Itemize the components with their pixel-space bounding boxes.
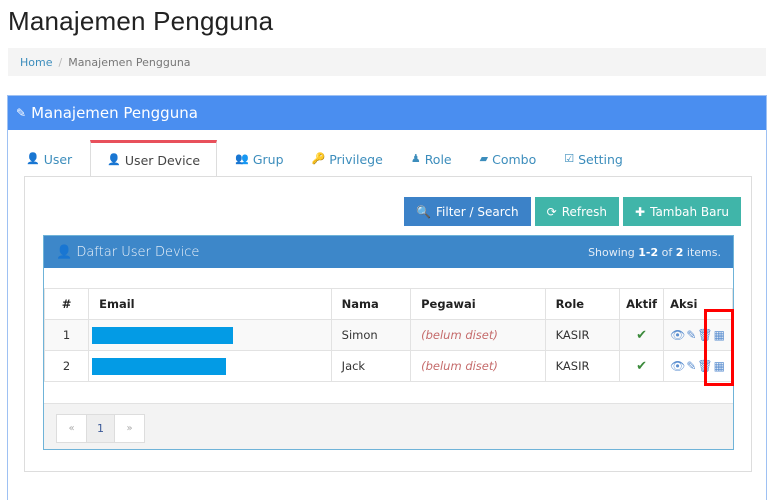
role-cell: KASIR [544,319,621,351]
redacted-email [92,326,234,344]
tab-label: Combo [492,152,537,167]
aktif-check-icon: ✔ [619,319,665,351]
refresh-icon: ⟳ [546,204,557,219]
tab-role[interactable]: ♟ Role [401,140,462,177]
breadcrumb: Home / Manajemen Pengguna [8,48,766,76]
table-row: 2 Jack (belum diset) KASIR ✔ 👁✎🗑▦ [43,350,733,382]
button-label: Refresh [561,204,608,219]
summary-total: 2 [675,245,684,259]
list-title-text: Daftar User Device [76,244,200,260]
view-icon[interactable]: 👁 [670,359,685,373]
tab-setting[interactable]: ☑ Setting [554,140,633,177]
summary-suffix: items. [686,245,721,259]
summary-range: 1-2 [638,245,659,259]
edit-icon[interactable]: ✎ [686,359,696,373]
list-summary: Showing 1-2 of 2 items. [588,246,721,259]
pegawai-cell: (belum diset) [410,350,546,382]
breadcrumb-current: Manajemen Pengguna [68,56,191,69]
tab-grup[interactable]: 👥 Grup [225,140,293,177]
view-icon[interactable]: 👁 [670,328,685,342]
tab-user-device[interactable]: 👤 User Device [90,140,218,177]
summary-of: of [661,245,673,259]
list-title: 👤 Daftar User Device [56,245,199,260]
user-icon: 👤 [107,153,121,166]
redacted-email [92,357,227,375]
column-header-number[interactable]: # [43,288,90,320]
tab-label: Grup [252,152,284,167]
tab-label: User Device [124,153,201,168]
actions-cell: 👁✎🗑▦ [663,350,733,382]
column-header-pegawai[interactable]: Pegawai [410,288,546,320]
column-header-aktif[interactable]: Aktif [619,288,665,320]
column-header-aksi: Aksi [663,288,733,320]
column-header-email[interactable]: Email [88,288,332,320]
table-row: 1 Simon (belum diset) KASIR ✔ 👁✎🗑▦ [43,319,733,351]
tab-label: Privilege [329,152,383,167]
calculator-icon[interactable]: ▦ [714,359,725,373]
pagination-next[interactable]: » [115,415,144,442]
tab-label: Setting [578,152,623,167]
nama-cell: Simon [330,319,412,351]
user-device-table: # Email Nama Pegawai Role Aktif Aksi 1 S… [43,288,733,382]
email-cell [88,350,332,382]
button-label: Filter / Search [436,204,519,219]
column-header-nama[interactable]: Nama [330,288,412,320]
row-number: 1 [43,319,90,351]
panel-title: Manajemen Pengguna [31,104,198,122]
pencil-icon: ✎ [16,106,27,120]
edit-icon[interactable]: ✎ [686,328,696,342]
user-tie-icon: ♟ [410,152,421,165]
users-icon: 👥 [235,152,249,165]
user-management-panel: ✎ Manajemen Pengguna 👤 User 👤 User Device … [7,95,767,500]
user-device-list: 👤 Daftar User Device Showing 1-2 of 2 it… [43,235,734,450]
breadcrumb-home-link[interactable]: Home [20,56,52,69]
toolbar: 🔍 Filter / Search ⟳ Refresh ✚ Tambah Baru [404,197,741,226]
actions-cell: 👁✎🗑▦ [663,319,733,351]
pagination-prev[interactable]: « [57,415,86,442]
email-cell [88,319,332,351]
search-icon: 🔍 [416,204,432,219]
role-cell: KASIR [544,350,621,382]
summary-prefix: Showing [588,245,635,259]
tab-label: Role [424,152,452,167]
add-new-button[interactable]: ✚ Tambah Baru [623,197,741,226]
pagination: « 1 » [56,414,145,443]
refresh-button[interactable]: ⟳ Refresh [534,197,620,226]
plus-icon: ✚ [635,204,646,219]
calculator-icon[interactable]: ▦ [714,328,725,342]
key-icon: 🔑 [311,152,326,165]
breadcrumb-separator: / [58,56,63,69]
button-label: Tambah Baru [650,204,729,219]
user-icon: 👤 [56,244,73,260]
tab-combo[interactable]: ▰ Combo [470,140,547,177]
nama-cell: Jack [330,350,412,382]
delete-icon[interactable]: 🗑 [697,359,712,373]
panel-header: ✎ Manajemen Pengguna [8,96,766,130]
list-footer: « 1 » [44,403,733,449]
pegawai-cell: (belum diset) [410,319,546,351]
aktif-check-icon: ✔ [619,350,665,382]
user-icon: 👤 [26,152,40,165]
row-number: 2 [43,350,90,382]
tab-bar: 👤 User 👤 User Device 👥 Grup 🔑 Privilege ♟ Rol… [16,140,641,177]
column-header-role[interactable]: Role [544,288,621,320]
tab-user[interactable]: 👤 User [16,140,82,177]
list-header: 👤 Daftar User Device Showing 1-2 of 2 it… [44,236,733,268]
pagination-page-1[interactable]: 1 [86,415,115,442]
tab-content: 🔍 Filter / Search ⟳ Refresh ✚ Tambah Baru 👤… [24,176,752,472]
filter-search-button[interactable]: 🔍 Filter / Search [404,197,531,226]
book-icon: ▰ [479,152,489,165]
table-header-row: # Email Nama Pegawai Role Aktif Aksi [43,288,733,320]
edit-icon: ☑ [564,152,575,165]
page-title: Manajemen Pengguna [8,6,274,36]
tab-label: User [43,152,73,167]
tab-privilege[interactable]: 🔑 Privilege [302,140,393,177]
delete-icon[interactable]: 🗑 [697,328,712,342]
